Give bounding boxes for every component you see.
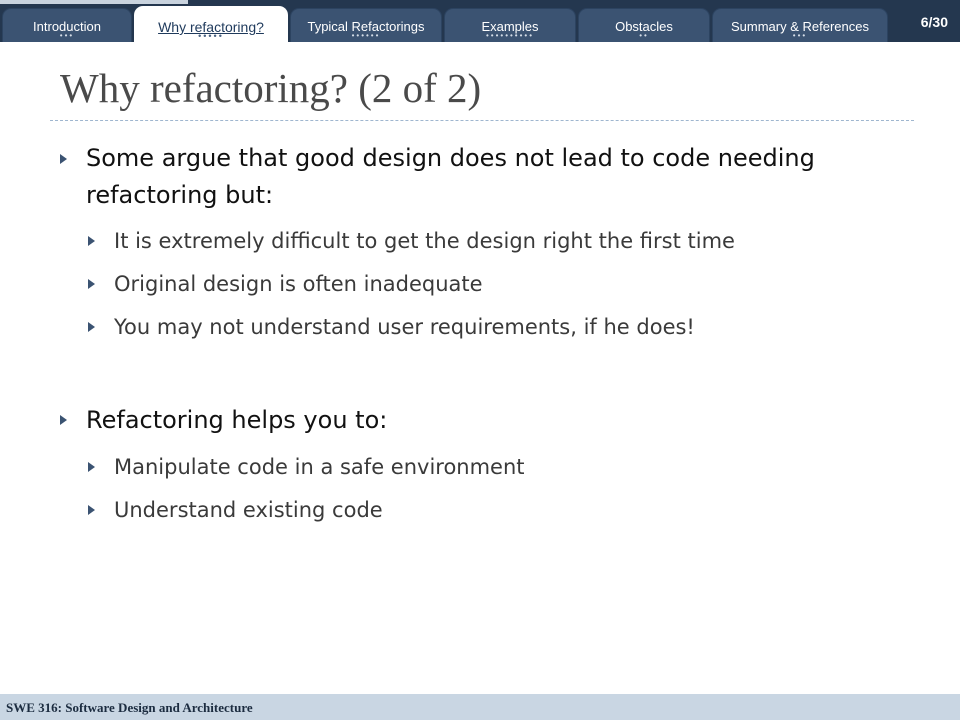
tab-progress-dots: ••: [639, 31, 649, 40]
tab-progress-dots: ••••••: [351, 31, 381, 40]
right-arrow-bullet-icon: [88, 462, 95, 472]
bullet-item: Refactoring helps you to:: [86, 406, 388, 434]
tab-introduction[interactable]: Introduction •••: [2, 8, 132, 42]
sub-bullet-item: It is extremely difficult to get the des…: [114, 229, 735, 253]
title-divider: [50, 120, 914, 121]
bullet-item: Some argue that good design does not lea…: [86, 144, 815, 209]
tab-progress-dots: •••: [59, 31, 75, 40]
tab-examples[interactable]: Examples ••••••••••: [444, 8, 576, 42]
sub-bullet-item: Original design is often inadequate: [114, 272, 483, 296]
right-arrow-bullet-icon: [88, 505, 95, 515]
sub-bullet-item: You may not understand user requirements…: [114, 315, 695, 339]
tab-progress-dots: •••••: [198, 31, 224, 41]
tab-label: Why refactoring?: [158, 19, 264, 35]
sub-bullet-item: Manipulate code in a safe environment: [114, 455, 525, 479]
tab-typical-refactorings[interactable]: Typical Refactorings ••••••: [290, 8, 442, 42]
tab-obstacles[interactable]: Obstacles ••: [578, 8, 710, 42]
nav-highlight-streak: [0, 0, 188, 4]
right-arrow-bullet-icon: [88, 236, 95, 246]
footer-bar: SWE 316: Software Design and Architectur…: [0, 694, 960, 720]
sub-bullet-item: Understand existing code: [114, 498, 383, 522]
right-arrow-bullet-icon: [88, 279, 95, 289]
tab-why-refactoring[interactable]: Why refactoring? •••••: [134, 6, 288, 42]
navigation-bar: Introduction ••• Why refactoring? ••••• …: [0, 0, 960, 42]
page-number: 6/30: [920, 14, 948, 30]
right-arrow-bullet-icon: [88, 322, 95, 332]
tab-progress-dots: •••: [792, 31, 808, 40]
tab-progress-dots: ••••••••••: [485, 31, 534, 40]
course-title: SWE 316: Software Design and Architectur…: [6, 700, 253, 715]
right-arrow-bullet-icon: [60, 154, 67, 164]
tab-summary-references[interactable]: Summary & References •••: [712, 8, 888, 42]
right-arrow-bullet-icon: [60, 415, 67, 425]
slide-title: Why refactoring? (2 of 2): [60, 65, 482, 111]
